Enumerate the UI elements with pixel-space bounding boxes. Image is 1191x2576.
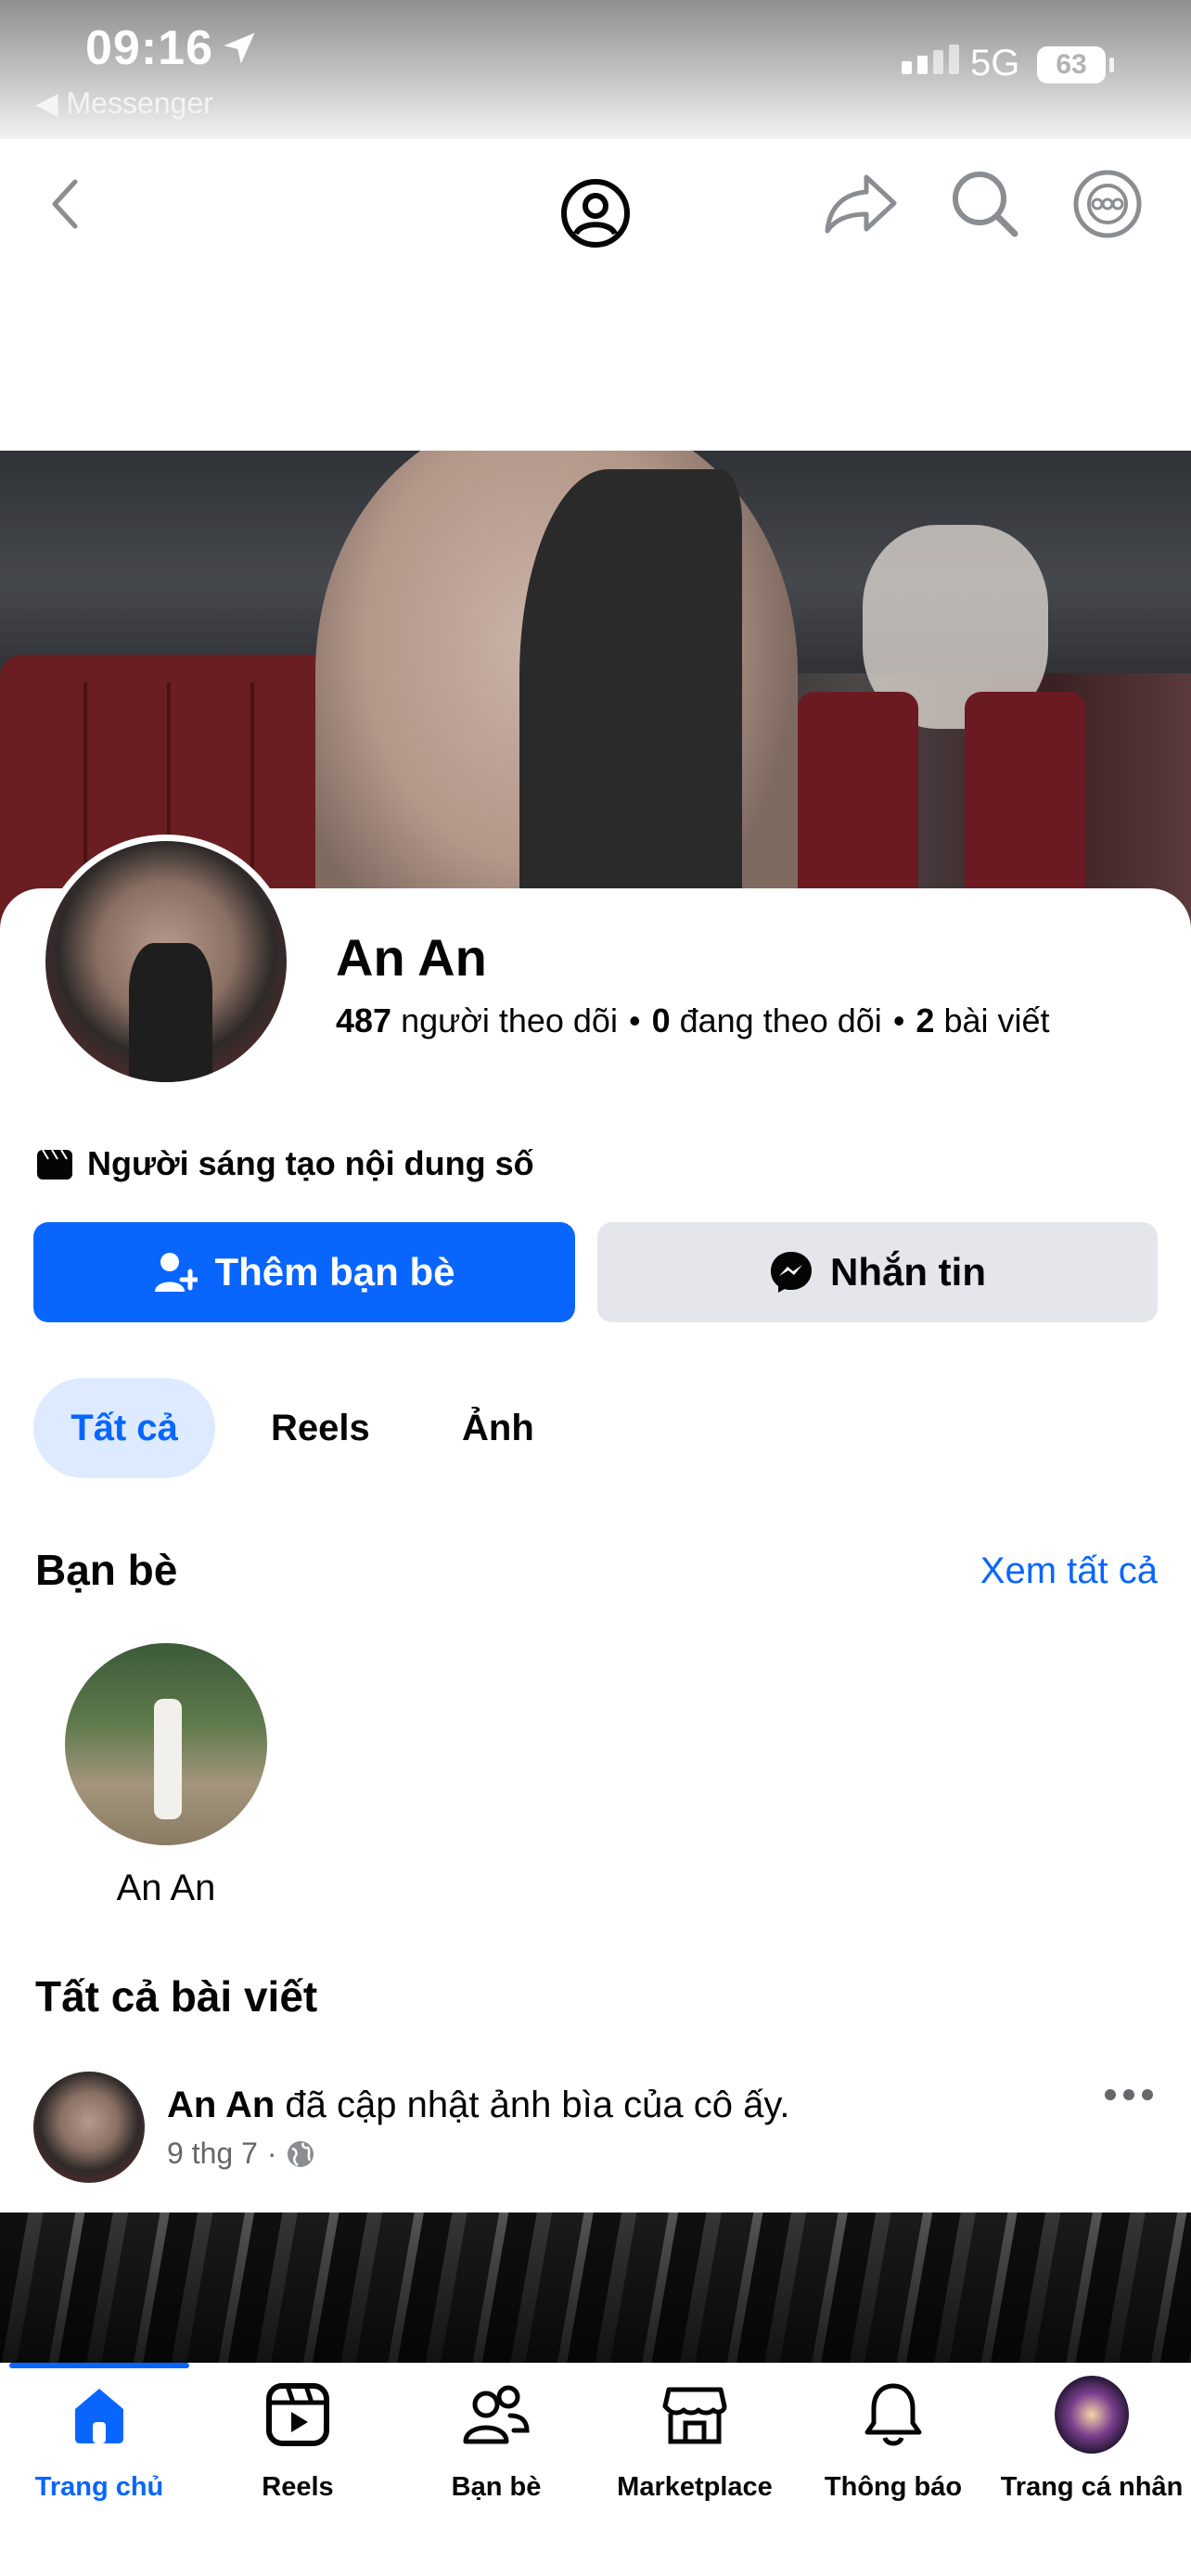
following-count[interactable]: 0 xyxy=(652,1001,671,1039)
posts-count: 2 xyxy=(916,1001,935,1039)
avatar xyxy=(1055,2376,1129,2454)
add-friend-button[interactable]: Thêm bạn bè xyxy=(33,1222,575,1322)
tab-all[interactable]: Tất cả xyxy=(33,1378,215,1478)
search-button[interactable] xyxy=(948,167,1022,241)
back-to-app-link[interactable]: ◀ Messenger xyxy=(35,85,213,121)
bottom-tab-reels[interactable]: Reels xyxy=(198,2378,397,2503)
bottom-tab-label: Marketplace xyxy=(617,2472,773,2502)
profile-category: Người sáng tạo nội dung số xyxy=(35,1144,534,1183)
clapperboard-icon xyxy=(37,1149,72,1180)
category-label: Người sáng tạo nội dung số xyxy=(87,1144,534,1182)
bottom-tab-notifications[interactable]: Thông báo xyxy=(794,2378,992,2503)
network-type: 5G xyxy=(970,43,1020,83)
battery-tip xyxy=(1109,57,1114,72)
back-button[interactable] xyxy=(28,167,102,241)
messenger-icon xyxy=(771,1252,812,1293)
posts-label: bài viết xyxy=(943,1001,1050,1039)
profile-name: An An xyxy=(336,928,487,987)
home-icon xyxy=(75,2389,123,2443)
profile-stats: 487 người theo dõi • 0 đang theo dõi • 2 bài… xyxy=(336,1001,1050,1039)
friend-name[interactable]: An An xyxy=(65,1868,267,1909)
add-friend-icon xyxy=(155,1253,198,1292)
globe-icon xyxy=(287,2140,314,2167)
see-all-friends-link[interactable]: Xem tất cả xyxy=(980,1550,1158,1592)
post-header: An An đã cập nhật ảnh bìa của cô ấy. xyxy=(167,2085,790,2126)
followers-count[interactable]: 487 xyxy=(336,1001,391,1039)
status-bar: 09:16 ◀ Messenger 5G 63 xyxy=(0,0,1191,139)
bottom-navigation: Trang chủ Reels Bạn bè Marketplace Thông… xyxy=(0,2363,1191,2576)
bottom-tab-label: Bạn bè xyxy=(451,2472,542,2502)
posts-section-title: Tất cả bài viết xyxy=(35,1972,318,2021)
more-icon xyxy=(1073,170,1142,238)
bottom-tab-friends[interactable]: Bạn bè xyxy=(397,2378,596,2503)
bottom-tab-profile[interactable]: Trang cá nhân xyxy=(992,2376,1191,2503)
ellipsis-icon xyxy=(1105,2089,1153,2100)
bottom-tab-label: Reels xyxy=(262,2472,334,2502)
bottom-tab-label: Trang chủ xyxy=(34,2472,164,2502)
post-author-avatar[interactable] xyxy=(33,2072,145,2183)
message-button[interactable]: Nhắn tin xyxy=(597,1222,1158,1322)
location-arrow-icon xyxy=(224,32,255,64)
post-author[interactable]: An An xyxy=(167,2085,275,2125)
profile-avatar[interactable] xyxy=(39,835,293,1089)
profile-icon xyxy=(561,179,630,248)
share-button[interactable] xyxy=(824,167,898,241)
profile-button[interactable] xyxy=(558,176,633,250)
post-action: đã cập nhật ảnh bìa của cô ấy. xyxy=(285,2085,790,2125)
tab-photos[interactable]: Ảnh xyxy=(462,1378,534,1478)
reels-icon xyxy=(266,2383,329,2446)
post-image[interactable] xyxy=(0,2213,1191,2363)
bottom-tab-marketplace[interactable]: Marketplace xyxy=(596,2378,794,2503)
bottom-tab-label: Trang cá nhân xyxy=(1000,2472,1184,2502)
friends-icon xyxy=(463,2385,530,2444)
bottom-tab-home[interactable]: Trang chủ xyxy=(0,2378,198,2503)
battery-icon: 63 xyxy=(1037,46,1106,83)
marketplace-icon xyxy=(662,2387,727,2444)
following-label[interactable]: đang theo dõi xyxy=(680,1001,882,1039)
add-friend-label: Thêm bạn bè xyxy=(214,1250,455,1294)
active-tab-indicator xyxy=(9,2363,189,2368)
post-more-button[interactable] xyxy=(1104,2088,1154,2106)
more-options-button[interactable] xyxy=(1070,167,1145,241)
search-icon xyxy=(953,172,1018,237)
post-date[interactable]: 9 thg 7 xyxy=(167,2136,258,2171)
post-meta: 9 thg 7 · xyxy=(167,2136,314,2171)
friends-section-title: Bạn bè xyxy=(35,1546,178,1594)
friend-avatar[interactable] xyxy=(65,1643,267,1845)
back-icon xyxy=(52,179,78,229)
bell-icon xyxy=(864,2383,922,2446)
followers-label[interactable]: người theo dõi xyxy=(401,1001,618,1039)
share-icon xyxy=(825,174,897,234)
tab-reels[interactable]: Reels xyxy=(271,1378,370,1478)
bottom-tab-label: Thông báo xyxy=(824,2472,963,2502)
cellular-signal-icon xyxy=(902,45,959,74)
status-time: 09:16 xyxy=(85,21,213,75)
message-label: Nhắn tin xyxy=(830,1250,986,1294)
